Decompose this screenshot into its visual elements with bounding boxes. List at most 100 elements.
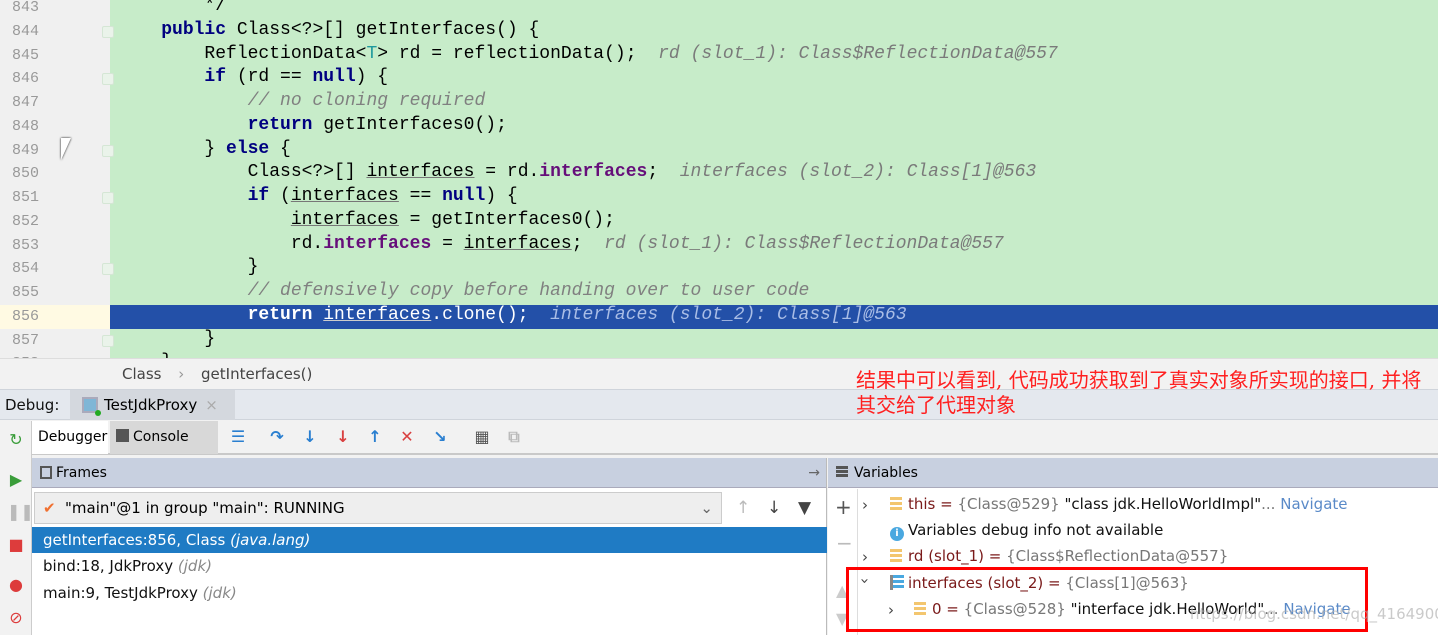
- variable-this[interactable]: this = {Class@529} "class jdk.HelloWorld…: [890, 491, 1348, 517]
- frame-package: (java.lang): [230, 531, 311, 549]
- resume-icon[interactable]: ▶: [7, 471, 25, 489]
- var-ref: {Class$ReflectionData@557}: [1006, 547, 1229, 565]
- breadcrumb-class[interactable]: Class: [122, 365, 161, 383]
- code-line[interactable]: interfaces = getInterfaces0();: [118, 210, 615, 234]
- code-editor[interactable]: 843 844 845 846 847 848 849 850 851 852 853 854 855 8…: [0, 0, 1438, 358]
- step-into-icon[interactable]: ↓: [300, 427, 320, 447]
- frame-row[interactable]: main:9, TestJdkProxy (jdk): [32, 580, 827, 606]
- stop-icon[interactable]: ■: [7, 536, 25, 554]
- line-number[interactable]: 854: [0, 257, 110, 281]
- line-number[interactable]: 843: [0, 0, 110, 20]
- code-line[interactable]: rd.interfaces = interfaces; rd (slot_1):…: [118, 234, 1004, 258]
- line-number[interactable]: 852: [0, 210, 110, 234]
- expand-icon[interactable]: ›: [862, 496, 868, 514]
- breadcrumb-method[interactable]: getInterfaces(): [201, 365, 312, 383]
- code-token: interfaces: [463, 233, 572, 254]
- line-number[interactable]: 844: [0, 20, 110, 44]
- line-number[interactable]: 850: [0, 162, 110, 186]
- variable-rd[interactable]: rd (slot_1) = {Class$ReflectionData@557}: [890, 543, 1228, 569]
- watermark: https://blog.csdn.net/qq_41649001: [1190, 605, 1438, 623]
- var-value: "class jdk.HelloWorldImpl": [1059, 495, 1262, 513]
- code-line[interactable]: // defensively copy before handing over …: [118, 281, 810, 305]
- code-line[interactable]: if (interfaces == null) {: [118, 186, 518, 210]
- code-line[interactable]: if (rd == null) {: [118, 67, 388, 91]
- frame-package: (jdk): [177, 557, 212, 575]
- code-line[interactable]: // no cloning required: [118, 91, 486, 115]
- line-gutter[interactable]: 843 844 845 846 847 848 849 850 851 852 853 854 855 8…: [0, 0, 114, 358]
- fold-marker-icon[interactable]: [102, 192, 114, 204]
- step-out-icon[interactable]: ↑: [365, 427, 385, 447]
- code-token: return: [247, 304, 324, 325]
- code-line[interactable]: public Class<?>[] getInterfaces() {: [118, 20, 539, 44]
- frame-label: getInterfaces:856, Class: [43, 531, 226, 549]
- check-icon: ✔: [43, 499, 56, 517]
- expand-icon[interactable]: ›: [862, 548, 868, 566]
- previous-frame-icon[interactable]: ↑: [736, 498, 750, 518]
- line-number[interactable]: 845: [0, 44, 110, 68]
- next-frame-icon[interactable]: ↓: [767, 498, 781, 518]
- run-to-cursor-icon[interactable]: ↘: [430, 427, 450, 447]
- tab-debugger[interactable]: Debugger: [32, 421, 108, 454]
- line-number[interactable]: 847: [0, 91, 110, 115]
- line-number[interactable]: 849: [0, 139, 110, 163]
- fold-marker-icon[interactable]: [102, 73, 114, 86]
- code-token: ;: [647, 162, 680, 183]
- code-line[interactable]: ReflectionData<T> rd = reflectionData();…: [118, 43, 1057, 68]
- line-number[interactable]: 851: [0, 186, 110, 210]
- mouse-cursor-icon: [61, 138, 71, 160]
- line-number[interactable]: 855: [0, 281, 110, 305]
- line-number[interactable]: 848: [0, 115, 110, 139]
- code-token: T: [366, 43, 378, 64]
- view-breakpoints-icon[interactable]: ●: [7, 576, 25, 594]
- code-line[interactable]: } else {: [118, 138, 290, 163]
- code-line[interactable]: }: [118, 257, 259, 281]
- code-line[interactable]: }: [118, 329, 215, 353]
- breadcrumb-separator: ›: [178, 365, 185, 383]
- show-execution-point-icon[interactable]: ☰: [228, 427, 248, 447]
- navigate-link[interactable]: Navigate: [1280, 495, 1347, 513]
- code-token: else: [226, 138, 281, 159]
- fold-marker-icon[interactable]: [102, 25, 114, 38]
- thread-selector[interactable]: ✔ "main"@1 in group "main": RUNNING ⌄: [34, 492, 722, 524]
- rerun-icon[interactable]: ↻: [7, 431, 25, 449]
- line-number[interactable]: 853: [0, 234, 110, 258]
- drop-frame-icon[interactable]: ✕: [397, 427, 417, 447]
- evaluate-expression-icon[interactable]: ▦: [472, 427, 492, 447]
- pin-icon[interactable]: →: [808, 458, 820, 488]
- frames-panel: Frames → ✔ "main"@1 in group "main": RUNN…: [32, 458, 827, 635]
- code-line[interactable]: Class<?>[] interfaces = rd.interfaces; i…: [118, 162, 1037, 186]
- frames-icon: [40, 466, 52, 479]
- step-over-icon[interactable]: ↷: [267, 427, 287, 447]
- remove-watch-icon[interactable]: −: [836, 531, 853, 555]
- mute-breakpoints-icon[interactable]: ⊘: [7, 609, 25, 627]
- code-line[interactable]: return interfaces.clone(); interfaces (s…: [110, 304, 1438, 329]
- line-number[interactable]: 856: [0, 304, 110, 329]
- fold-marker-icon[interactable]: [102, 263, 114, 276]
- frame-row[interactable]: bind:18, JdkProxy (jdk): [32, 553, 827, 579]
- line-number[interactable]: 846: [0, 67, 110, 91]
- fold-marker-icon[interactable]: [102, 144, 114, 157]
- code-token: = rd.: [474, 162, 540, 183]
- frame-row[interactable]: getInterfaces:856, Class (java.lang): [32, 527, 827, 553]
- tab-testjdkproxy[interactable]: TestJdkProxy ×: [70, 390, 235, 420]
- var-name: rd (slot_1) =: [908, 547, 1007, 565]
- line-number[interactable]: 857: [0, 329, 110, 353]
- code-line[interactable]: return getInterfaces0();: [118, 115, 507, 139]
- variables-title: Variables: [854, 465, 918, 481]
- force-step-into-icon[interactable]: ↓: [333, 427, 353, 447]
- pause-icon[interactable]: ❚❚: [7, 503, 34, 521]
- code-line[interactable]: */: [118, 0, 226, 20]
- filter-icon[interactable]: ▼: [798, 498, 811, 518]
- tab-console[interactable]: Console: [110, 421, 218, 454]
- add-watch-icon[interactable]: +: [835, 495, 852, 519]
- code-token: public: [161, 19, 237, 40]
- trace-stream-icon[interactable]: ⧉: [504, 427, 524, 447]
- close-icon[interactable]: ×: [205, 396, 218, 414]
- code-token: interfaces: [366, 162, 475, 183]
- code-token: interfaces (slot_2): Class[1]@563: [550, 304, 907, 325]
- fold-marker-icon[interactable]: [102, 334, 114, 347]
